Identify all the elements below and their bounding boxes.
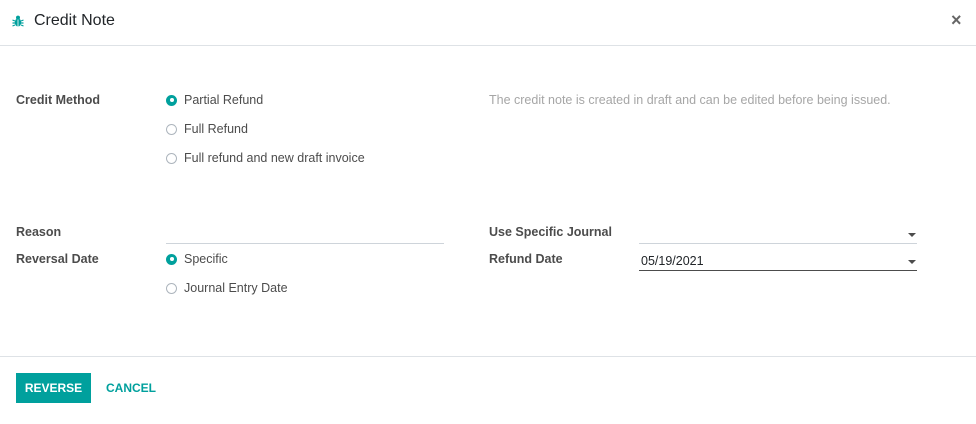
caret-down-icon[interactable] — [908, 233, 916, 237]
reversal-date-label: Reversal Date — [16, 252, 99, 266]
credit-method-label: Credit Method — [16, 93, 101, 107]
radio-button[interactable] — [166, 123, 177, 135]
radio-button[interactable] — [166, 94, 177, 106]
reason-label: Reason — [16, 225, 62, 239]
reverse-button[interactable]: REVERSE — [16, 373, 91, 403]
radio-full-refund[interactable]: Full Refund — [166, 122, 248, 136]
radio-journal-entry-date[interactable]: Journal Entry Date — [166, 281, 288, 295]
radio-label: Full Refund — [184, 122, 248, 136]
refund-date-value: 05/19/2021 — [641, 254, 704, 268]
refund-date-input[interactable]: 05/19/2021 — [639, 254, 917, 271]
radio-button[interactable] — [166, 253, 177, 265]
radio-specific[interactable]: Specific — [166, 252, 228, 266]
radio-label: Specific — [184, 252, 228, 266]
credit-method-help: The credit note is created in draft and … — [489, 93, 891, 107]
radio-label: Full refund and new draft invoice — [184, 151, 365, 165]
reason-input[interactable] — [166, 227, 444, 244]
radio-full-refund-new-draft[interactable]: Full refund and new draft invoice — [166, 151, 365, 165]
refund-date-label: Refund Date — [489, 252, 563, 266]
journal-select[interactable] — [639, 227, 917, 244]
close-button[interactable]: × — [951, 10, 962, 30]
bug-icon — [12, 15, 24, 27]
radio-button[interactable] — [166, 282, 177, 294]
caret-down-icon[interactable] — [908, 260, 916, 264]
radio-label: Journal Entry Date — [184, 281, 288, 295]
radio-button[interactable] — [166, 152, 177, 164]
radio-label: Partial Refund — [184, 93, 264, 107]
radio-partial-refund[interactable]: Partial Refund — [166, 93, 263, 107]
journal-label: Use Specific Journal — [489, 225, 612, 239]
cancel-button[interactable]: CANCEL — [106, 373, 156, 403]
dialog-header: Credit Note × — [0, 0, 976, 46]
dialog-title: Credit Note — [34, 12, 115, 29]
